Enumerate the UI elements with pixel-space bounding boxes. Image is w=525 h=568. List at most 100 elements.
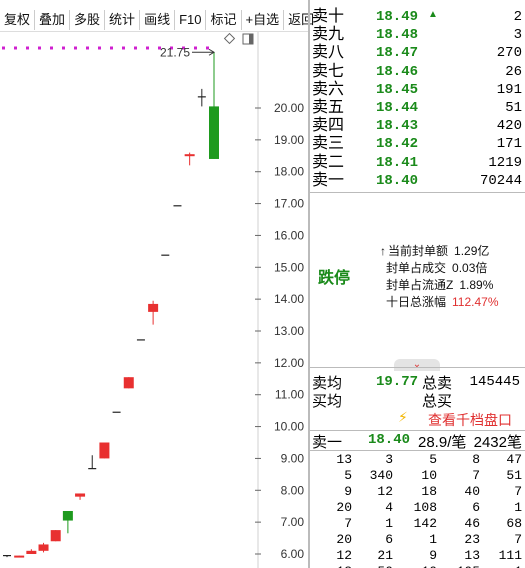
tick-cell: 10 <box>421 564 437 568</box>
trade-label: 卖一 <box>312 434 343 451</box>
order-book-row[interactable]: 卖二 18.41 1219 <box>310 154 525 172</box>
chevron-down-icon: ⌄ <box>412 359 422 370</box>
tick-cell: 18 <box>336 564 352 568</box>
trade-price: 18.40 <box>368 432 411 448</box>
tick-cell: 3 <box>385 452 393 467</box>
lightning-icon: ⚡ <box>398 409 408 425</box>
toolbar-button-overlay[interactable]: 叠加 <box>35 9 71 30</box>
order-book-row[interactable]: 卖五 18.44 51 <box>310 99 525 117</box>
expand-toggle-button[interactable]: ⌄ <box>394 359 440 371</box>
tick-cell: 50 <box>377 564 393 568</box>
toolbar-button-add-watchlist[interactable]: +自选 <box>242 9 285 30</box>
limit-panel: 跌停 ↑ 当前封单额 1.29亿 封单占成交 0.03倍 封单占流通Z 1.89% 十日总涨幅… <box>310 192 525 371</box>
tick-cell: 18 <box>421 484 437 499</box>
y-tick-label: 13.00 <box>274 324 304 338</box>
limit-stat-row: ↑ 当前封单额 1.29亿 <box>380 242 489 259</box>
tick-cell: 13 <box>336 452 352 467</box>
pin-icon: ↑ <box>380 244 386 258</box>
high-annotation-label: 21.75 <box>160 45 190 59</box>
depth-link-row: ⚡ 查看千档盘口 <box>310 408 525 430</box>
y-tick-label: 12.00 <box>274 356 304 370</box>
candle-body <box>148 303 159 312</box>
avg-price-value: 19.77 <box>376 374 419 390</box>
order-book-row[interactable]: 卖四 18.43 420 <box>310 117 525 135</box>
toolbar-button-stats[interactable]: 统计 <box>105 9 141 30</box>
candle-body <box>62 510 73 521</box>
tick-cell: 340 <box>369 468 393 483</box>
book-volume: 1219 <box>488 154 522 171</box>
book-price: 18.43 <box>376 118 419 135</box>
panel-toggle-icon-fill <box>249 34 253 44</box>
order-book-row[interactable]: 卖六 18.45 191 <box>310 81 525 99</box>
book-volume: 420 <box>496 118 522 135</box>
book-volume: 270 <box>496 45 522 62</box>
trade-header: 卖一 18.40 28.9/笔 2432笔 <box>310 430 525 451</box>
stat-value: 112.47% <box>452 295 499 309</box>
candle-body <box>75 493 86 497</box>
tick-cell: 68 <box>506 516 522 531</box>
book-level-label: 卖四 <box>312 117 345 135</box>
book-price: 18.46 <box>376 63 419 80</box>
tick-cell: 23 <box>464 532 480 547</box>
tick-cell: 111 <box>498 548 522 563</box>
tick-cell: 1 <box>385 516 393 531</box>
tick-cell: 9 <box>429 548 437 563</box>
stat-value: 1.89% <box>459 278 494 292</box>
y-tick-label: 11.00 <box>275 388 304 402</box>
tick-row: 20 4 108 6 1 <box>310 500 525 516</box>
tick-cell: 9 <box>344 484 352 499</box>
toolbar-button-fuquan[interactable]: 复权 <box>0 9 36 30</box>
book-volume: 2 <box>513 9 522 25</box>
toolbar-button-draw-line[interactable]: 画线 <box>140 9 176 30</box>
tick-cell: 5 <box>344 468 352 483</box>
y-tick-label: 14.00 <box>274 292 304 306</box>
candle-body <box>14 555 25 558</box>
y-tick-label: 6.00 <box>281 547 305 561</box>
tick-cell: 8 <box>472 452 480 467</box>
tick-cell: 7 <box>514 532 522 547</box>
tick-cell: 5 <box>429 452 437 467</box>
candle-body <box>123 377 134 389</box>
trade-count: 2432笔 <box>473 434 522 451</box>
order-book-row[interactable]: 卖九 18.48 3 <box>310 26 525 44</box>
candle-body <box>184 154 195 157</box>
y-tick-label: 20.00 <box>274 101 304 115</box>
summary-block: 卖均 买均 19.77 总卖 总买 145445 <box>310 372 525 410</box>
tick-cell: 105 <box>457 564 480 568</box>
limit-stat-row: 封单占成交 0.03倍 <box>386 259 487 276</box>
tick-cell: 1 <box>429 532 437 547</box>
candle-body <box>38 544 49 551</box>
tick-cell: 7 <box>472 468 480 483</box>
order-book-row[interactable]: 卖一 18.40 70244 <box>310 172 525 190</box>
toolbar-button-multi-stock[interactable]: 多股 <box>70 9 106 30</box>
order-book-row[interactable]: 卖七 18.46 26 <box>310 63 525 81</box>
tick-cell: 21 <box>377 548 393 563</box>
kline-chart[interactable]: 20.00 19.00 18.00 17.00 16.00 15.00 14.00 13.00… <box>0 32 308 568</box>
book-volume: 51 <box>505 100 522 116</box>
stat-label: 封单占流通Z <box>386 278 454 292</box>
toolbar-button-mark[interactable]: 标记 <box>206 9 242 30</box>
order-book-row[interactable]: 卖十 18.49 ▲ 2 <box>310 8 525 26</box>
y-tick-label: 7.00 <box>281 515 305 529</box>
tick-row: 5 340 10 7 51 <box>310 468 525 484</box>
book-price: 18.44 <box>376 100 419 116</box>
stat-value: 0.03倍 <box>452 261 488 275</box>
book-level-label: 卖九 <box>312 26 345 44</box>
book-price: 18.42 <box>376 136 419 153</box>
tick-cell: 4 <box>385 500 393 515</box>
tick-cell: 10 <box>421 468 437 483</box>
toolbar-button-f10[interactable]: F10 <box>175 9 207 30</box>
kline-chart-svg: 20.00 19.00 18.00 17.00 16.00 15.00 14.00 13.00… <box>2 32 305 568</box>
tick-row: 7 1 142 46 68 <box>310 516 525 532</box>
book-price: 18.45 <box>376 81 419 98</box>
tick-cell: 7 <box>514 484 522 499</box>
tick-cell: 108 <box>413 500 437 515</box>
order-book-row[interactable]: 卖三 18.42 171 <box>310 135 525 153</box>
book-level-label: 卖六 <box>312 80 345 98</box>
limit-status-label: 跌停 <box>318 270 351 287</box>
tick-cell: 1 <box>514 500 522 515</box>
view-depth-link[interactable]: 查看千档盘口 <box>428 410 512 430</box>
book-level-label: 卖十 <box>312 8 345 25</box>
order-book-row[interactable]: 卖八 18.47 270 <box>310 44 525 62</box>
book-volume: 70244 <box>479 172 522 189</box>
